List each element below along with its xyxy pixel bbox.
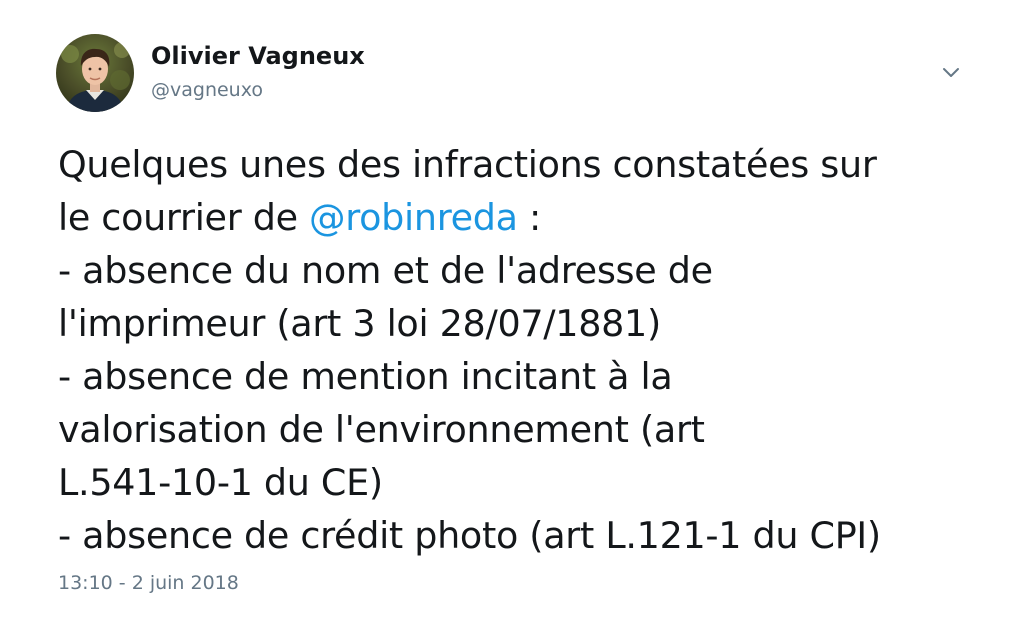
tweet-line: L.541-10-1 du CE)	[58, 461, 383, 504]
tweet-line: l'imprimeur (art 3 loi 28/07/1881)	[58, 302, 661, 345]
author-handle[interactable]: @vagneuxo	[151, 77, 263, 103]
tweet-menu-button[interactable]	[939, 63, 963, 83]
tweet-line: - absence de crédit photo (art L.121-1 d…	[58, 514, 881, 557]
tweet-line: - absence de mention incitant à la	[58, 355, 673, 398]
tweet-line: - absence du nom et de l'adresse de	[58, 249, 713, 292]
tweet-line: valorisation de l'environnement (art	[58, 408, 705, 451]
tweet-text-segment: le courrier de	[58, 196, 310, 239]
profile-photo-icon	[56, 34, 134, 112]
tweet-card: Olivier Vagneux @vagneuxo Quelques unes …	[0, 0, 1024, 618]
tweet-line: le courrier de @robinreda :	[58, 191, 1008, 244]
author-display-name[interactable]: Olivier Vagneux	[151, 41, 365, 71]
tweet-line: Quelques unes des infractions constatées…	[58, 143, 877, 186]
tweet-timestamp[interactable]: 13:10 - 2 juin 2018	[58, 570, 239, 596]
tweet-text: Quelques unes des infractions constatées…	[58, 138, 1008, 562]
avatar[interactable]	[56, 34, 134, 112]
tweet-text-segment: :	[517, 196, 542, 239]
mention-link[interactable]: @robinreda	[309, 196, 518, 239]
chevron-down-icon	[943, 68, 959, 77]
